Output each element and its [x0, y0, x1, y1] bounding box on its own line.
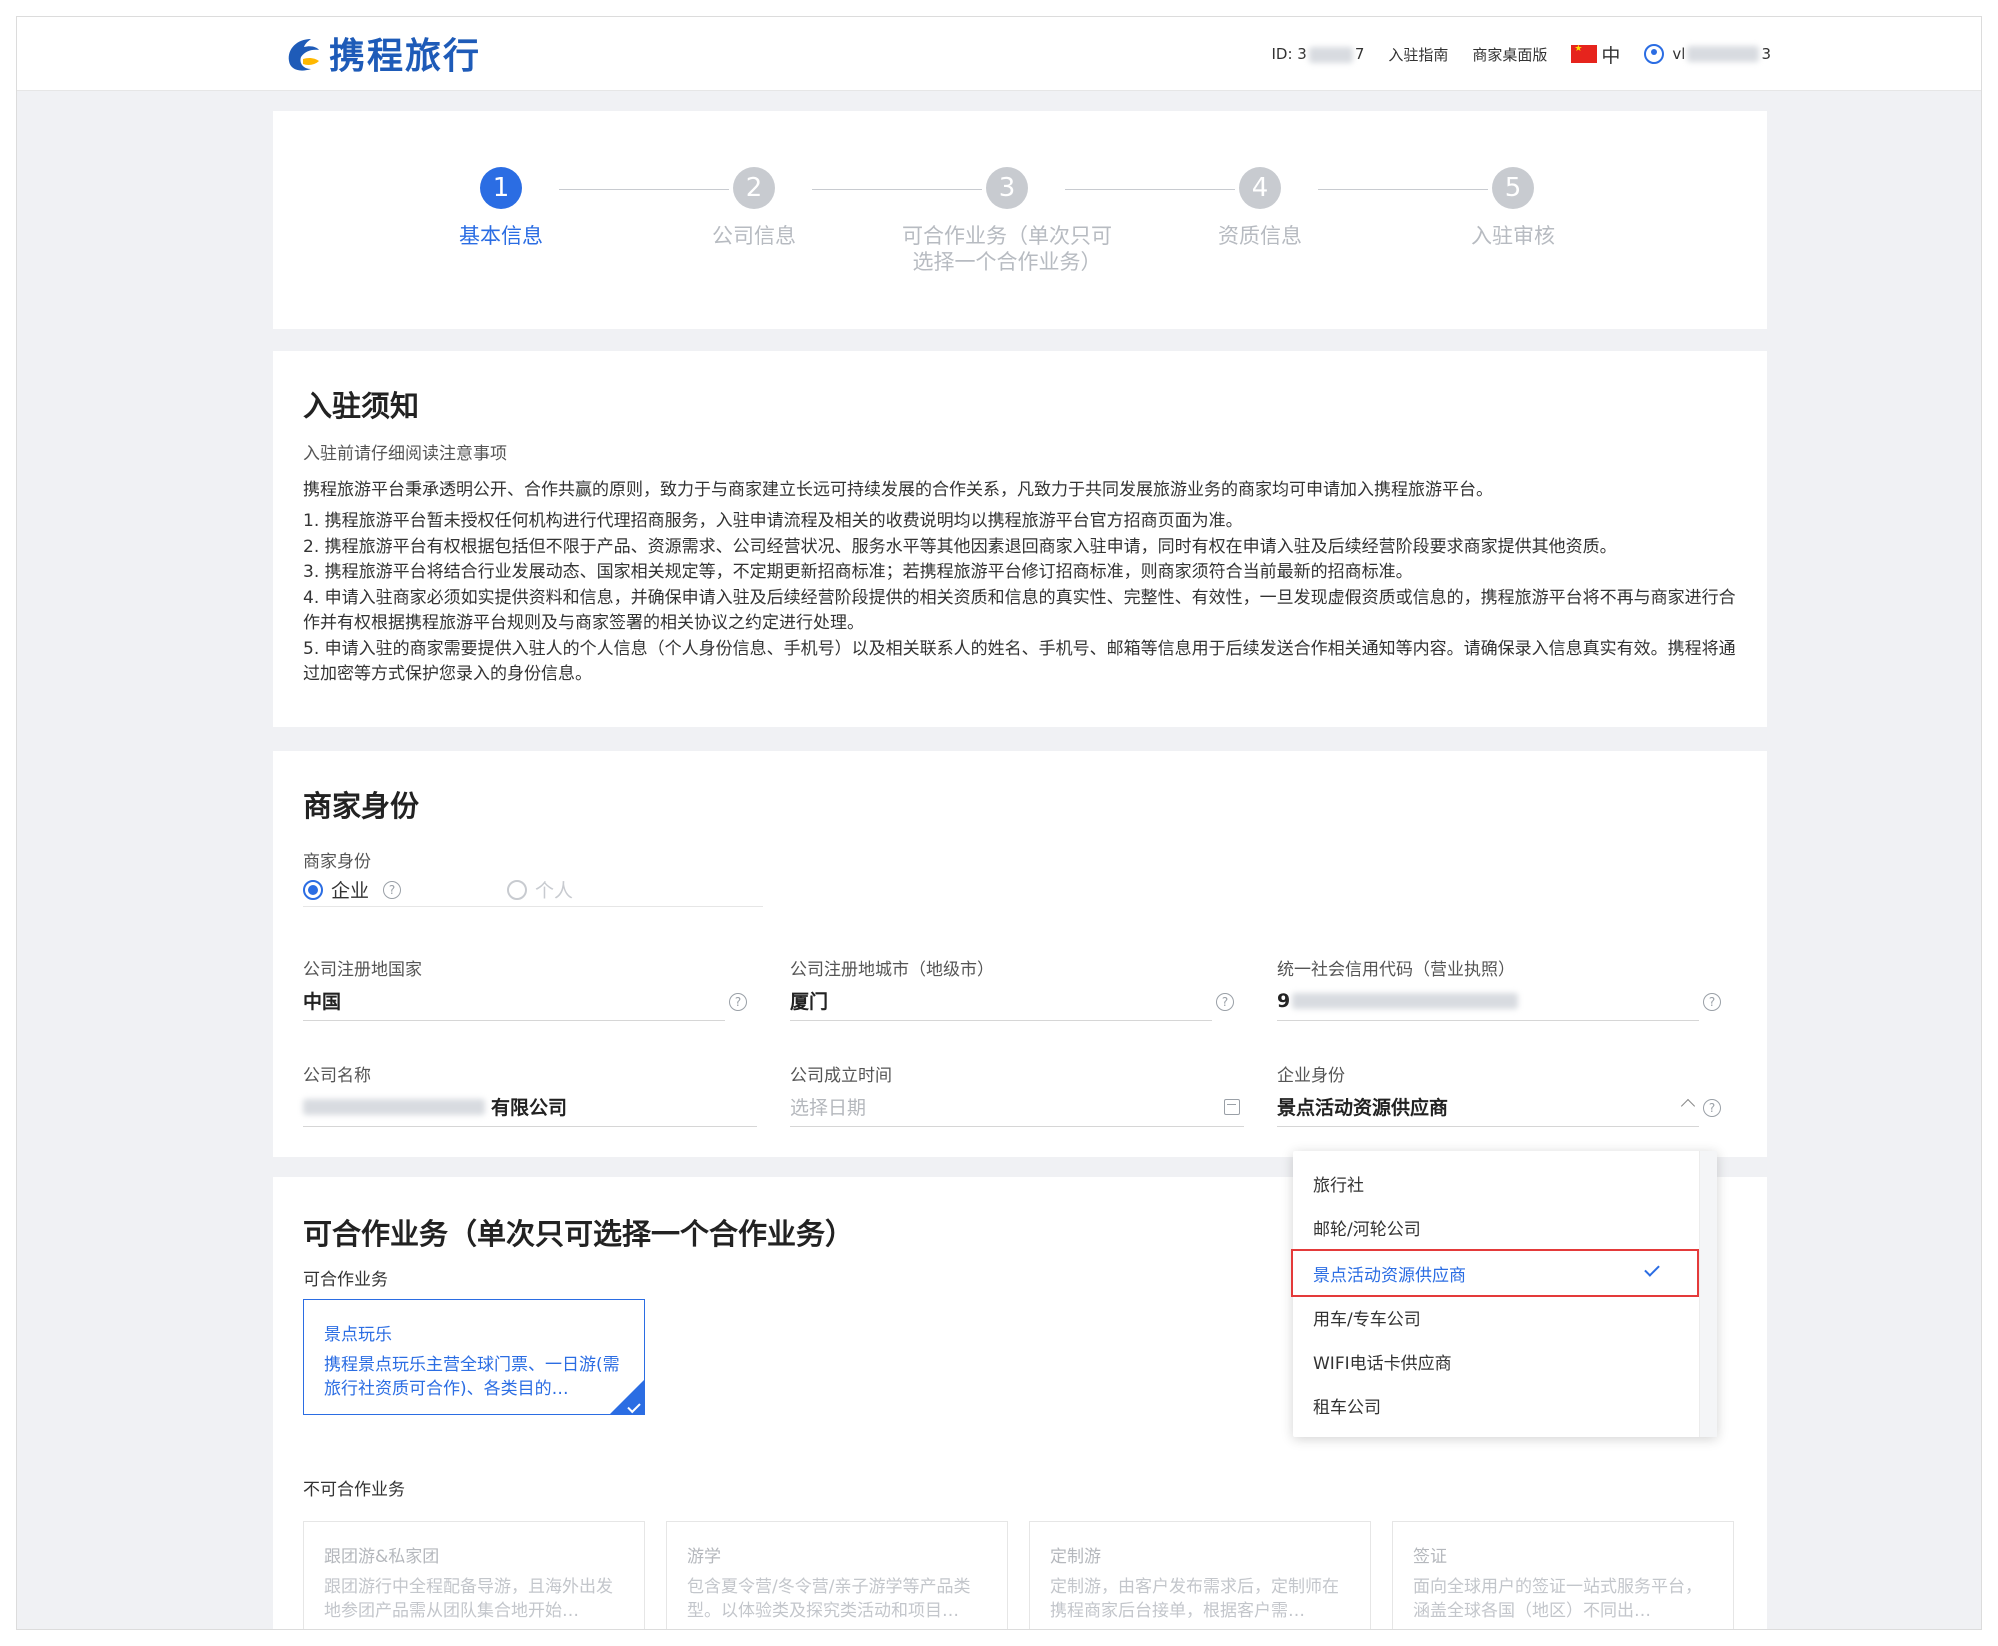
dropdown-option[interactable]: 租车公司 [1293, 1383, 1697, 1427]
brand-logo[interactable]: 携程旅行 [281, 27, 481, 79]
founded-date-label: 公司成立时间 [790, 1066, 892, 1086]
help-icon[interactable]: ? [1703, 1099, 1721, 1117]
help-icon[interactable]: ? [1703, 993, 1721, 1011]
enterprise-role-label: 企业身份 [1277, 1066, 1345, 1086]
desktop-version-link[interactable]: 商家桌面版 [1472, 44, 1547, 65]
credit-code-input[interactable]: 9 ? [1277, 981, 1721, 1021]
notice-title: 入驻须知 [303, 389, 420, 423]
business-option-visa: 签证 面向全球用户的签证一站式服务平台，涵盖全球各国（地区）不同出… [1392, 1521, 1734, 1629]
chevron-up-icon [1680, 1098, 1696, 1114]
notice-subtitle: 入驻前请仔细阅读注意事项 [303, 444, 507, 464]
dropdown-option[interactable]: 邮轮/河轮公司 [1293, 1205, 1697, 1249]
enterprise-role-select[interactable]: 景点活动资源供应商 ? [1277, 1087, 1721, 1127]
check-icon [1644, 1261, 1660, 1277]
business-option-custom-tour: 定制游 定制游，由客户发布需求后，定制师在携程商家后台接单，根据客户需… [1029, 1521, 1371, 1629]
page-frame: 携程旅行 ID: 37 入驻指南 商家桌面版 中 vl3 1 基本信息 2 公司… [16, 16, 1982, 1630]
help-icon[interactable]: ? [729, 993, 747, 1011]
step-business: 3 可合作业务（单次只可选择一个合作业务） [892, 167, 1122, 275]
unavailable-business-label: 不可合作业务 [303, 1480, 405, 1500]
company-name-input[interactable]: 有限公司 [303, 1087, 757, 1127]
radio-checked-icon [303, 879, 323, 900]
notice-card: 入驻须知 入驻前请仔细阅读注意事项 携程旅游平台秉承透明公开、合作共赢的原则，致… [273, 351, 1767, 727]
user-menu[interactable]: vl 3 [1644, 44, 1771, 64]
credit-code-label: 统一社会信用代码（营业执照） [1277, 960, 1515, 980]
identity-title: 商家身份 [303, 789, 420, 823]
brand-name: 携程旅行 [329, 36, 482, 77]
user-icon [1644, 44, 1665, 64]
merchant-type-label: 商家身份 [303, 852, 371, 872]
notice-item: 5. 申请入驻的商家需要提供入驻人的个人信息（个人身份信息、手机号）以及相关联系… [303, 638, 1736, 685]
city-input[interactable]: 厦门 ? [790, 981, 1234, 1021]
dropdown-option[interactable]: WIFI电话卡供应商 [1293, 1339, 1697, 1383]
notice-intro: 携程旅游平台秉承透明公开、合作共赢的原则，致力于与商家建立长远可持续发展的合作关… [303, 480, 1493, 500]
notice-item: 2. 携程旅游平台有权根据包括但不限于产品、资源需求、公司经营状况、服务水平等其… [303, 536, 1617, 557]
dropdown-option[interactable]: 用车/专车公司 [1293, 1295, 1697, 1339]
dolphin-logo-icon [288, 39, 319, 71]
country-input[interactable]: 中国 ? [303, 981, 747, 1021]
calendar-icon [1224, 1099, 1240, 1115]
business-option-attractions[interactable]: 景点玩乐 携程景点玩乐主营全球门票、一日游(需旅行社资质可合作)、各类目的… [303, 1299, 645, 1415]
notice-list: 1. 携程旅游平台暂未授权任何机构进行代理招商服务，入驻申请流程及相关的收费说明… [303, 509, 1743, 688]
notice-item: 1. 携程旅游平台暂未授权任何机构进行代理招商服务，入驻申请流程及相关的收费说明… [303, 511, 1243, 531]
merchant-type-radio-group: 企业 ? 个人 [303, 873, 763, 907]
founded-date-picker[interactable]: 选择日期 [790, 1087, 1244, 1127]
dropdown-option[interactable]: 旅行社 [1293, 1161, 1697, 1205]
radio-unchecked-icon [507, 879, 528, 900]
company-name-label: 公司名称 [303, 1066, 371, 1086]
enterprise-role-dropdown: 旅行社 邮轮/河轮公司 景点活动资源供应商 用车/专车公司 WIFI电话卡供应商… [1291, 1151, 1717, 1437]
radio-enterprise[interactable]: 企业 [303, 876, 369, 903]
user-id: ID: 37 [1271, 45, 1365, 63]
progress-steps: 1 基本信息 2 公司信息 3 可合作业务（单次只可选择一个合作业务） 4 资质… [273, 111, 1767, 329]
business-title: 可合作业务（单次只可选择一个合作业务） [303, 1217, 855, 1251]
step-review: 5 入驻审核 [1398, 167, 1628, 249]
dropdown-scrollbar[interactable] [1699, 1151, 1717, 1437]
notice-item: 4. 申请入驻商家必须如实提供资料和信息，并确保申请入驻及后续经营阶段提供的相关… [303, 587, 1736, 634]
business-option-group-tour: 跟团游&私家团 跟团游行中全程配备导游，且海外出发地参团产品需从团队集合地开始… [303, 1521, 645, 1629]
step-basic-info: 1 基本信息 [386, 167, 616, 249]
business-option-study-tour: 游学 包含夏令营/冬令营/亲子游学等产品类型。以体验类及探究类活动和项目… [666, 1521, 1008, 1629]
available-business-label: 可合作业务 [303, 1270, 388, 1290]
identity-card: 商家身份 商家身份 企业 ? 个人 公司注册地国家 中国 ? 公司注册地城市（地… [273, 751, 1767, 1157]
top-bar: 携程旅行 ID: 37 入驻指南 商家桌面版 中 vl3 [17, 17, 1981, 91]
radio-individual[interactable]: 个人 [507, 876, 573, 903]
help-icon[interactable]: ? [1216, 993, 1234, 1011]
dropdown-option-selected[interactable]: 景点活动资源供应商 [1291, 1249, 1699, 1297]
step-company-info: 2 公司信息 [639, 167, 869, 249]
onboarding-guide-link[interactable]: 入驻指南 [1388, 44, 1448, 65]
city-label: 公司注册地城市（地级市） [790, 960, 994, 980]
china-flag-icon [1571, 44, 1598, 63]
help-icon[interactable]: ? [383, 880, 402, 899]
language-switch[interactable]: 中 [1571, 41, 1620, 68]
top-right-nav: ID: 37 入驻指南 商家桌面版 中 vl3 [1247, 17, 1771, 91]
country-label: 公司注册地国家 [303, 960, 422, 980]
notice-item: 3. 携程旅游平台将结合行业发展动态、国家相关规定等，不定期更新招商标准；若携程… [303, 562, 1413, 582]
step-qualification: 4 资质信息 [1145, 167, 1375, 249]
